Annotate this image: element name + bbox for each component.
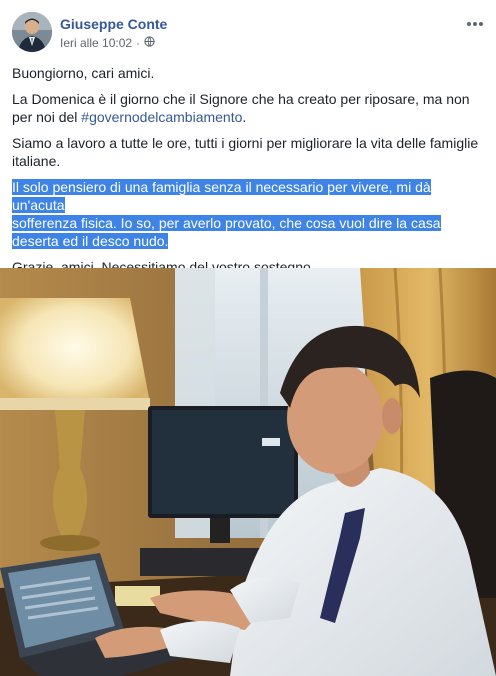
more-options-icon[interactable] bbox=[466, 14, 484, 32]
post-text: Buongiorno, cari amici. La Domenica è il… bbox=[12, 64, 484, 284]
author-name[interactable]: Giuseppe Conte bbox=[60, 16, 167, 32]
paragraph-lavoro: Siamo a lavoro a tutte le ore, tutti i g… bbox=[12, 135, 479, 169]
post-meta: Ieri alle 10:02 · bbox=[60, 36, 155, 50]
highlighted-line-3: deserta ed il desco nudo. bbox=[12, 233, 169, 249]
paragraph-highlighted: Il solo pensiero di una famiglia senza i… bbox=[12, 178, 484, 250]
facebook-post: Giuseppe Conte Ieri alle 10:02 · Buongio… bbox=[0, 0, 496, 676]
post-header: Giuseppe Conte Ieri alle 10:02 · bbox=[12, 12, 484, 56]
highlighted-line-1: Il solo pensiero di una famiglia senza i… bbox=[12, 179, 431, 213]
avatar[interactable] bbox=[12, 12, 52, 52]
globe-icon[interactable] bbox=[144, 36, 155, 50]
meta-separator: · bbox=[136, 36, 141, 50]
post-photo[interactable] bbox=[0, 268, 496, 676]
paragraph-greeting: Buongiorno, cari amici. bbox=[12, 65, 155, 81]
timestamp[interactable]: Ieri alle 10:02 bbox=[60, 36, 132, 50]
highlighted-line-2: sofferenza fisica. Io so, per averlo pro… bbox=[12, 215, 441, 231]
hashtag-link[interactable]: #governodelcambiamento bbox=[81, 109, 242, 125]
paragraph-domenica-end: . bbox=[242, 109, 247, 125]
paragraph-domenica: La Domenica è il giorno che il Signore c… bbox=[12, 90, 484, 126]
